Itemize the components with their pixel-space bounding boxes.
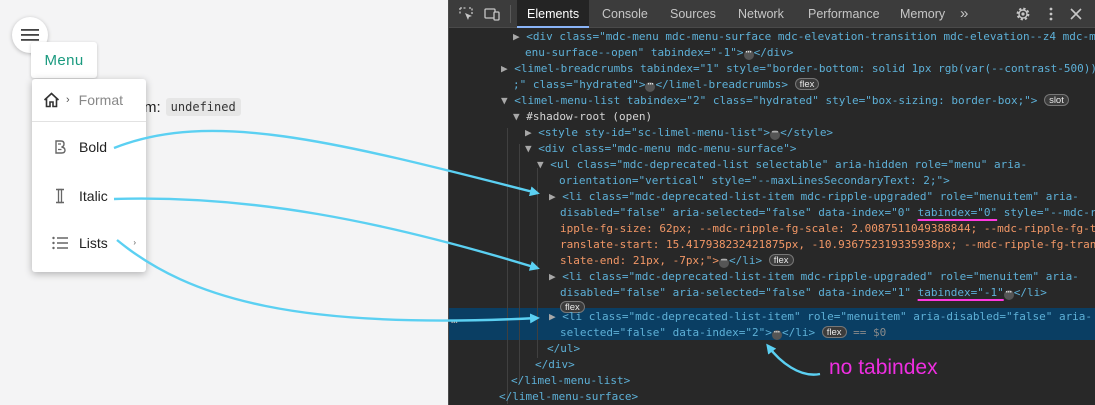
dom-node-line-li-1[interactable]: disabled="false" aria-selected="false" d… — [560, 285, 1047, 301]
menu-item-lists[interactable]: Lists › — [32, 225, 146, 261]
dom-node-line-li-1: flex — [560, 293, 585, 313]
breadcrumb-current: Format — [78, 92, 124, 108]
dom-node-line[interactable]: orientation="vertical" style="--maxLines… — [559, 173, 950, 189]
selected-node-indicator: == $0 — [853, 326, 887, 339]
background-code-value: undefined — [165, 98, 241, 116]
dom-node-line-li-0[interactable]: slate-end: 21px, -7px;"> ⋯ </li> flex — [560, 253, 794, 269]
dom-node-line[interactable]: </limel-menu-list> — [511, 373, 630, 389]
dom-node-line[interactable]: </div> — [535, 357, 575, 373]
tabindex-0-highlight: tabindex="0" — [917, 206, 998, 219]
dom-node-line[interactable]: ▶ <div class="mdc-menu mdc-menu-surface … — [513, 29, 1095, 45]
background-label: m: undefined — [144, 98, 241, 116]
background-label-text: m: — [144, 98, 161, 116]
devtools-tabbar: Elements Console Sources Network Perform… — [449, 0, 1095, 28]
close-icon[interactable] — [1068, 6, 1084, 22]
toolbar-divider — [510, 5, 511, 23]
dom-node-line[interactable]: ;" class="hydrated"> ⋯ </limel-breadcrumbs… — [513, 77, 820, 93]
tree-guide-line — [507, 128, 508, 404]
inspect-element-icon[interactable] — [458, 6, 474, 22]
tab-elements[interactable]: Elements — [517, 0, 590, 28]
annotation-note: no tabindex — [829, 356, 938, 379]
dom-node-line-li-0[interactable]: ipple-fg-size: 62px; --mdc-ripple-fg-sca… — [560, 221, 1095, 237]
devtools-pane: Elements Console Sources Network Perform… — [448, 0, 1095, 405]
tab-network[interactable]: Network — [728, 0, 794, 28]
menu-item-italic[interactable]: Italic — [32, 178, 146, 214]
dom-node-line-li-2[interactable]: ▶ <li class="mdc-deprecated-list-item" r… — [549, 309, 1092, 325]
tab-console[interactable]: Console — [592, 0, 658, 28]
row-ellipsis: … — [451, 313, 458, 326]
dom-node-line[interactable]: </ul> — [547, 341, 580, 357]
dom-node-line-li-1[interactable]: ▶ <li class="mdc-deprecated-list-item md… — [549, 269, 1079, 285]
dom-node-line-li-0[interactable]: ▶ <li class="mdc-deprecated-list-item md… — [549, 189, 1079, 205]
more-tabs-button[interactable]: » — [950, 0, 978, 28]
slot-badge: slot — [1044, 94, 1069, 106]
menu-item-bold[interactable]: Bold — [32, 129, 146, 165]
submenu-chevron-icon: › — [133, 238, 136, 247]
menu-button[interactable]: Menu — [31, 42, 97, 78]
dom-node-line[interactable]: enu-surface--open" tabindex="-1"> ⋯ </div> — [525, 45, 793, 61]
shadow-root-line[interactable]: ▼ #shadow-root (open) — [513, 109, 652, 125]
dom-node-line[interactable]: ▼ <limel-menu-list tabindex="2" class="h… — [501, 93, 1069, 109]
hamburger-icon — [21, 29, 39, 41]
menu-item-label: Bold — [79, 139, 108, 155]
breadcrumb-separator: › — [66, 94, 70, 106]
tab-performance[interactable]: Performance — [798, 0, 890, 28]
elements-tree: ▶ <div class="mdc-menu mdc-menu-surface … — [449, 28, 1095, 405]
tree-guide-line — [519, 144, 520, 384]
dom-node-line[interactable]: ▶ <style sty-id="sc-limel-menu-list"> ⋯ </… — [525, 125, 833, 141]
menu-item-label: Lists — [79, 235, 108, 251]
dom-node-line[interactable]: ▼ <ul class="mdc-deprecated-list selecta… — [537, 157, 1027, 173]
tab-memory[interactable]: Memory — [890, 0, 955, 28]
more-options-icon[interactable] — [1043, 6, 1059, 22]
bold-icon — [52, 139, 68, 155]
app-pane: Menu m: undefined › Format Bold Italic L… — [0, 0, 448, 405]
italic-icon — [52, 188, 68, 204]
tabindex-minus1-highlight: tabindex="-1" — [917, 286, 1004, 299]
dom-node-line-li-0[interactable]: ranslate-start: 15.417938232421875px, -1… — [560, 237, 1095, 253]
flex-badge: flex — [768, 254, 794, 266]
breadcrumb: › Format — [32, 79, 146, 122]
dom-node-line[interactable]: </limel-menu-surface> — [499, 389, 638, 405]
flex-badge: flex — [821, 326, 847, 338]
tab-sources[interactable]: Sources — [660, 0, 726, 28]
dom-node-line[interactable]: ▼ <div class="mdc-menu mdc-menu-surface"… — [525, 141, 797, 157]
home-icon[interactable] — [43, 92, 60, 108]
dom-node-line-li-0[interactable]: disabled="false" aria-selected="false" d… — [560, 205, 1095, 221]
dom-node-line[interactable]: ▶ <limel-breadcrumbs tabindex="1" style=… — [501, 61, 1095, 77]
menu-item-label: Italic — [79, 188, 108, 204]
list-icon — [52, 235, 68, 251]
flex-badge: flex — [794, 78, 820, 90]
settings-gear-icon[interactable] — [1015, 6, 1031, 22]
device-toolbar-icon[interactable] — [484, 6, 500, 22]
tree-guide-line — [537, 168, 538, 358]
menu-dropdown: › Format Bold Italic Lists › — [32, 79, 146, 272]
dom-node-line-li-2[interactable]: selected="false" data-index="2"> ⋯ </li> f… — [560, 325, 886, 341]
